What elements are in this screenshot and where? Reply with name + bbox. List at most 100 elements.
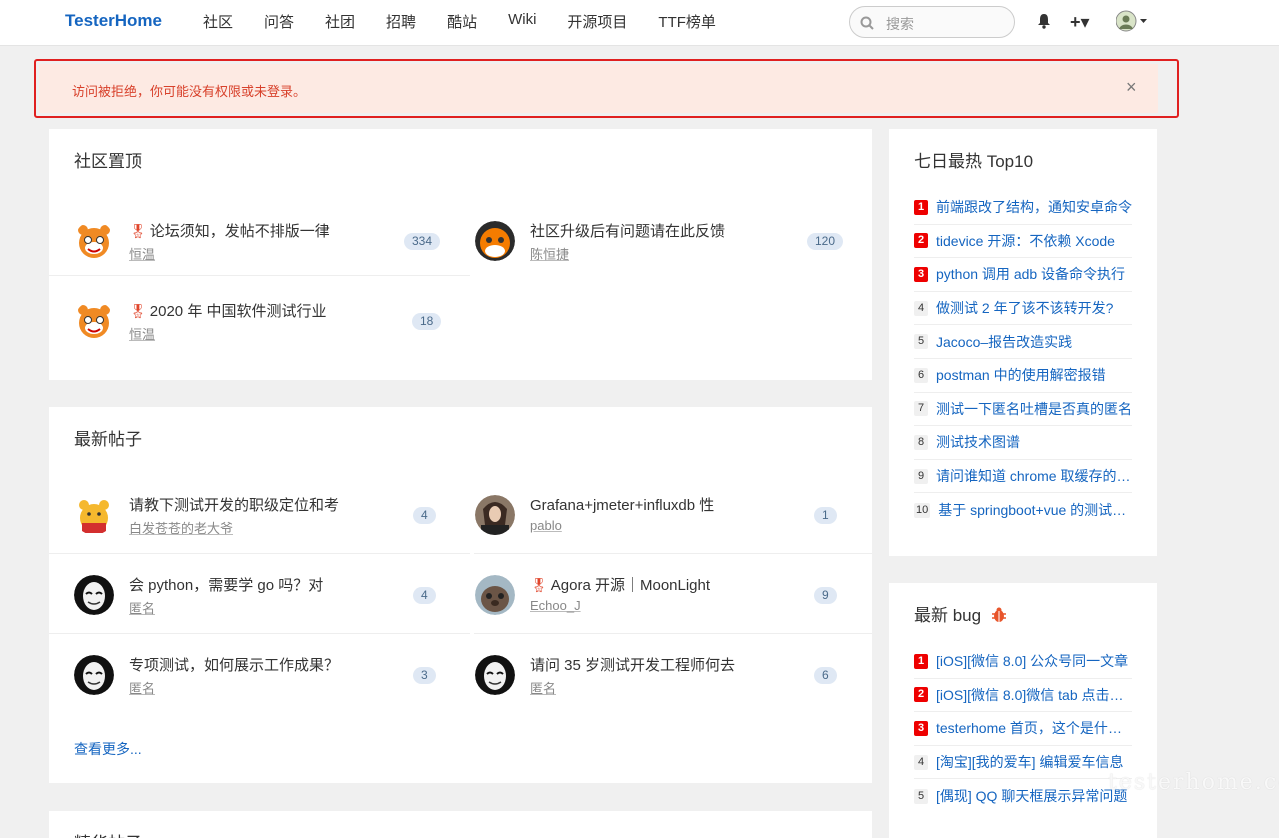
- topic-item[interactable]: 请问 35 岁测试开发工程师何去 匿名 6: [450, 635, 872, 715]
- topic-item[interactable]: 社区升级后有问题请在此反馈 陈恒捷 120: [450, 201, 872, 281]
- alert-message: 访问被拒绝，你可能没有权限或未登录。: [72, 84, 307, 99]
- topic-author[interactable]: 匿名: [129, 598, 155, 617]
- topic-author[interactable]: 匿名: [129, 678, 155, 697]
- list-item[interactable]: 1 [iOS][微信 8.0] 公众号同一文章: [914, 645, 1132, 679]
- nav-link-wiki[interactable]: Wiki: [508, 11, 536, 32]
- bug-list: 1 [iOS][微信 8.0] 公众号同一文章 2 [iOS][微信 8.0]微信 …: [914, 645, 1132, 813]
- avatar[interactable]: [74, 655, 114, 695]
- avatar[interactable]: [475, 495, 515, 535]
- avatar[interactable]: [74, 575, 114, 615]
- topic-item[interactable]: 🎖 Agora 开源｜MoonLight Echoo_J 9: [450, 555, 872, 635]
- topic-title[interactable]: 请问 35 岁测试开发工程师何去: [530, 654, 735, 675]
- close-icon[interactable]: ×: [1126, 77, 1137, 98]
- nav-link-community[interactable]: 社区: [203, 11, 233, 32]
- avatar[interactable]: [475, 221, 515, 261]
- nav-link-ttf[interactable]: TTF榜单: [658, 11, 716, 32]
- list-item[interactable]: 3 python 调用 adb 设备命令执行: [914, 258, 1132, 292]
- nav-link-sites[interactable]: 酷站: [447, 11, 477, 32]
- list-item[interactable]: 7 测试一下匿名吐槽是否真的匿名: [914, 393, 1132, 427]
- list-item[interactable]: 4 [淘宝][我的爱车] 编辑爱车信息: [914, 746, 1132, 780]
- topic-author[interactable]: 白发苍苍的老大爷: [129, 518, 233, 537]
- topic-author[interactable]: Echoo_J: [530, 598, 581, 613]
- rank-badge: 9: [914, 468, 928, 484]
- divider: [474, 553, 872, 554]
- divider: [49, 633, 470, 634]
- rank-badge: 2: [914, 233, 928, 249]
- view-more-link[interactable]: 查看更多...: [74, 739, 142, 759]
- list-item[interactable]: 9 请问谁知道 chrome 取缓存的方法: [914, 460, 1132, 494]
- list-item[interactable]: 1 前端跟改了结构，通知安卓命令: [914, 191, 1132, 225]
- rank-badge: 4: [914, 300, 928, 316]
- panel-title: 最新帖子: [74, 430, 142, 449]
- list-item[interactable]: 2 tidevice 开源：不依赖 Xcode: [914, 225, 1132, 259]
- topic-item[interactable]: 🎖 论坛须知，发帖不排版一律 恒温 334: [49, 201, 469, 281]
- hot-list: 1 前端跟改了结构，通知安卓命令 2 tidevice 开源：不依赖 Xcode 3…: [914, 191, 1132, 527]
- panel-title: 七日最热 Top10: [914, 152, 1034, 171]
- nav-links: 社区 问答 社团 招聘 酷站 Wiki 开源项目 TTF榜单: [203, 11, 747, 32]
- list-item[interactable]: 2 [iOS][微信 8.0]微信 tab 点击异常: [914, 679, 1132, 713]
- watermark: testerhome.com: [1108, 770, 1279, 795]
- rank-badge: 5: [914, 334, 928, 350]
- topic-title[interactable]: 🎖 2020 年 中国软件测试行业: [129, 300, 327, 321]
- list-item[interactable]: 10 基于 springboot+vue 的测试平台: [914, 493, 1132, 527]
- user-avatar-menu[interactable]: [1116, 10, 1148, 32]
- list-item[interactable]: 3 testerhome 首页，这个是什么问题: [914, 712, 1132, 746]
- divider: [49, 553, 470, 554]
- new-menu-button[interactable]: +▾: [1070, 12, 1090, 33]
- topic-title[interactable]: 请教下测试开发的职级定位和考: [129, 494, 339, 515]
- featured-topics-panel: 精华帖子: [49, 811, 872, 838]
- topic-item[interactable]: 🎖 2020 年 中国软件测试行业 恒温 18: [49, 281, 469, 361]
- topic-author[interactable]: 恒温: [129, 324, 155, 343]
- reply-count-badge: 3: [413, 667, 436, 684]
- top-navbar: TesterHome 社区 问答 社团 招聘 酷站 Wiki 开源项目 TTF榜…: [0, 0, 1279, 46]
- reply-count-badge: 4: [413, 507, 436, 524]
- panel-title: 最新 bug: [914, 601, 1008, 626]
- avatar[interactable]: [475, 655, 515, 695]
- list-item[interactable]: 5 Jacoco–报告改造实践: [914, 325, 1132, 359]
- list-item[interactable]: 5 [偶现] QQ 聊天框展示异常问题: [914, 779, 1132, 813]
- rank-badge: 5: [914, 788, 928, 804]
- reply-count-badge: 9: [814, 587, 837, 604]
- topic-item[interactable]: 请教下测试开发的职级定位和考 白发苍苍的老大爷 4: [49, 475, 469, 555]
- topic-author[interactable]: 陈恒捷: [530, 244, 569, 263]
- avatar[interactable]: [74, 221, 114, 261]
- pinned-topics-panel: 社区置顶 🎖 论坛须知，发帖不排版一律 恒温 334 社区升级后有问题请在此反馈 …: [49, 129, 872, 380]
- topic-item[interactable]: Grafana+jmeter+influxdb 性 pablo 1: [450, 475, 872, 555]
- list-item[interactable]: 6 postman 中的使用解密报错: [914, 359, 1132, 393]
- nav-link-teams[interactable]: 社团: [325, 11, 355, 32]
- hot-top10-panel: 七日最热 Top10 1 前端跟改了结构，通知安卓命令 2 tidevice 开源：…: [889, 129, 1157, 556]
- topic-author[interactable]: 恒温: [129, 244, 155, 263]
- nav-link-opensource[interactable]: 开源项目: [567, 11, 627, 32]
- topic-title[interactable]: 专项测试，如何展示工作成果？: [129, 654, 339, 675]
- award-icon: 🎖: [129, 223, 147, 239]
- rank-badge: 2: [914, 687, 928, 703]
- topic-author[interactable]: pablo: [530, 518, 562, 533]
- divider: [474, 633, 872, 634]
- avatar[interactable]: [74, 495, 114, 535]
- list-item[interactable]: 4 做测试 2 年了该不该转开发?: [914, 292, 1132, 326]
- rank-badge: 10: [914, 502, 931, 518]
- latest-bugs-panel: 最新 bug 1 [iOS][微信 8.0] 公众号同一文章 2 [iOS][微信 …: [889, 583, 1157, 838]
- bell-icon[interactable]: [1037, 13, 1051, 29]
- topic-title[interactable]: 社区升级后有问题请在此反馈: [530, 220, 725, 241]
- list-item[interactable]: 8 测试技术图谱: [914, 426, 1132, 460]
- alert-body: 访问被拒绝，你可能没有权限或未登录。 ×: [39, 64, 1158, 113]
- avatar[interactable]: [74, 301, 114, 341]
- rank-badge: 4: [914, 754, 928, 770]
- brand-logo[interactable]: TesterHome: [65, 11, 162, 31]
- topic-title[interactable]: 🎖 Agora 开源｜MoonLight: [530, 574, 710, 595]
- access-denied-alert: 访问被拒绝，你可能没有权限或未登录。 ×: [34, 59, 1179, 118]
- bug-icon: [991, 607, 1006, 622]
- topic-author[interactable]: 匿名: [530, 678, 556, 697]
- topic-item[interactable]: 会 python，需要学 go 吗？对 匿名 4: [49, 555, 469, 635]
- topic-item[interactable]: 专项测试，如何展示工作成果？ 匿名 3: [49, 635, 469, 715]
- search-input[interactable]: 搜索: [849, 6, 1015, 38]
- search-placeholder: 搜索: [886, 16, 914, 32]
- nav-link-jobs[interactable]: 招聘: [386, 11, 416, 32]
- avatar[interactable]: [475, 575, 515, 615]
- topic-title[interactable]: 会 python，需要学 go 吗？对: [129, 574, 323, 595]
- reply-count-badge: 334: [404, 233, 441, 250]
- topic-title[interactable]: 🎖 论坛须知，发帖不排版一律: [129, 220, 330, 241]
- nav-link-qa[interactable]: 问答: [264, 11, 294, 32]
- topic-title[interactable]: Grafana+jmeter+influxdb 性: [530, 494, 714, 515]
